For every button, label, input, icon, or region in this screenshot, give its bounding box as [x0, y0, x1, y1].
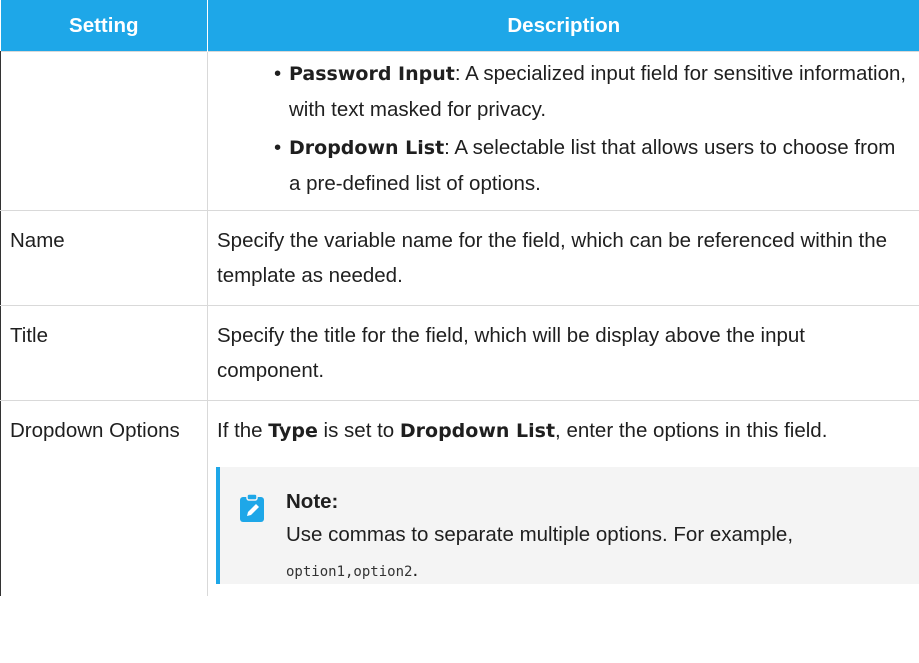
table-row: Dropdown Options If the Type is set to D… — [0, 400, 919, 596]
desc-text: is set to — [317, 419, 400, 442]
keyword-dropdown-list: Dropdown List — [399, 420, 556, 442]
note-edit-icon — [239, 493, 265, 523]
settings-table: Setting Description Password Input: A sp… — [0, 0, 919, 596]
description-cell: Specify the variable name for the field,… — [207, 210, 919, 306]
setting-cell: Name — [0, 210, 208, 306]
keyword-type: Type — [268, 420, 318, 442]
note-title: Note: — [286, 490, 339, 513]
header-setting: Setting — [0, 0, 208, 52]
note-body: Use commas to separate multiple options.… — [286, 517, 900, 590]
table-header-row: Setting Description — [0, 0, 919, 52]
note-callout: Note: Use commas to separate multiple op… — [216, 467, 919, 584]
dropdown-description: If the Type is set to Dropdown List, ent… — [217, 413, 911, 449]
desc-text: , enter the options in this field. — [555, 419, 828, 442]
setting-cell: Title — [0, 305, 208, 401]
option-term: Password Input — [289, 63, 455, 85]
code-example: option1,option2 — [286, 564, 413, 580]
note-text: Use commas to separate multiple options.… — [286, 523, 794, 546]
description-cell: Specify the title for the field, which w… — [207, 305, 919, 401]
header-description: Description — [207, 0, 919, 52]
option-term: Dropdown List — [289, 137, 445, 159]
description-cell: Password Input: A specialized input fiel… — [207, 51, 919, 211]
description-cell: If the Type is set to Dropdown List, ent… — [207, 400, 919, 596]
table-row: Password Input: A specialized input fiel… — [0, 51, 919, 211]
table-row: Title Specify the title for the field, w… — [0, 305, 919, 401]
setting-cell-empty — [0, 51, 208, 211]
note-text: . — [412, 558, 419, 581]
desc-text: If the — [217, 419, 269, 442]
list-item: Password Input: A specialized input fiel… — [274, 56, 911, 127]
setting-cell: Dropdown Options — [0, 400, 208, 596]
table-row: Name Specify the variable name for the f… — [0, 210, 919, 306]
type-options-list: Password Input: A specialized input fiel… — [217, 56, 911, 201]
list-item: Dropdown List: A selectable list that al… — [274, 130, 911, 201]
